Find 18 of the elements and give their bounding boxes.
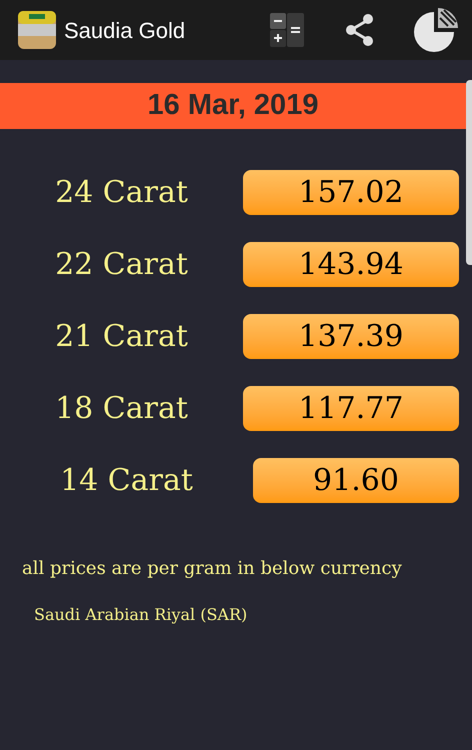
- price-box: 137.39: [243, 314, 459, 359]
- price-box: 117.77: [243, 386, 459, 431]
- date-text: 16 Mar, 2019: [148, 88, 318, 124]
- price-note: all prices are per gram in below currency: [22, 557, 403, 581]
- calculator-icon[interactable]: [270, 13, 304, 47]
- pie-chart-icon[interactable]: [414, 8, 458, 52]
- carat-label: 14 Carat: [59, 462, 194, 500]
- carat-label: 24 Carat: [54, 174, 189, 212]
- app-logo-icon: [17, 10, 57, 50]
- carat-label: 21 Carat: [54, 318, 189, 356]
- price-box: 143.94: [243, 242, 459, 287]
- price-box: 91.60: [253, 458, 459, 503]
- carat-label: 18 Carat: [54, 390, 189, 428]
- currency-name: Saudi Arabian Riyal (SAR): [34, 604, 248, 626]
- app-title: Saudia Gold: [64, 16, 186, 44]
- carat-label: 22 Carat: [54, 246, 189, 284]
- price-box: 157.02: [243, 170, 459, 215]
- share-icon[interactable]: [344, 13, 376, 47]
